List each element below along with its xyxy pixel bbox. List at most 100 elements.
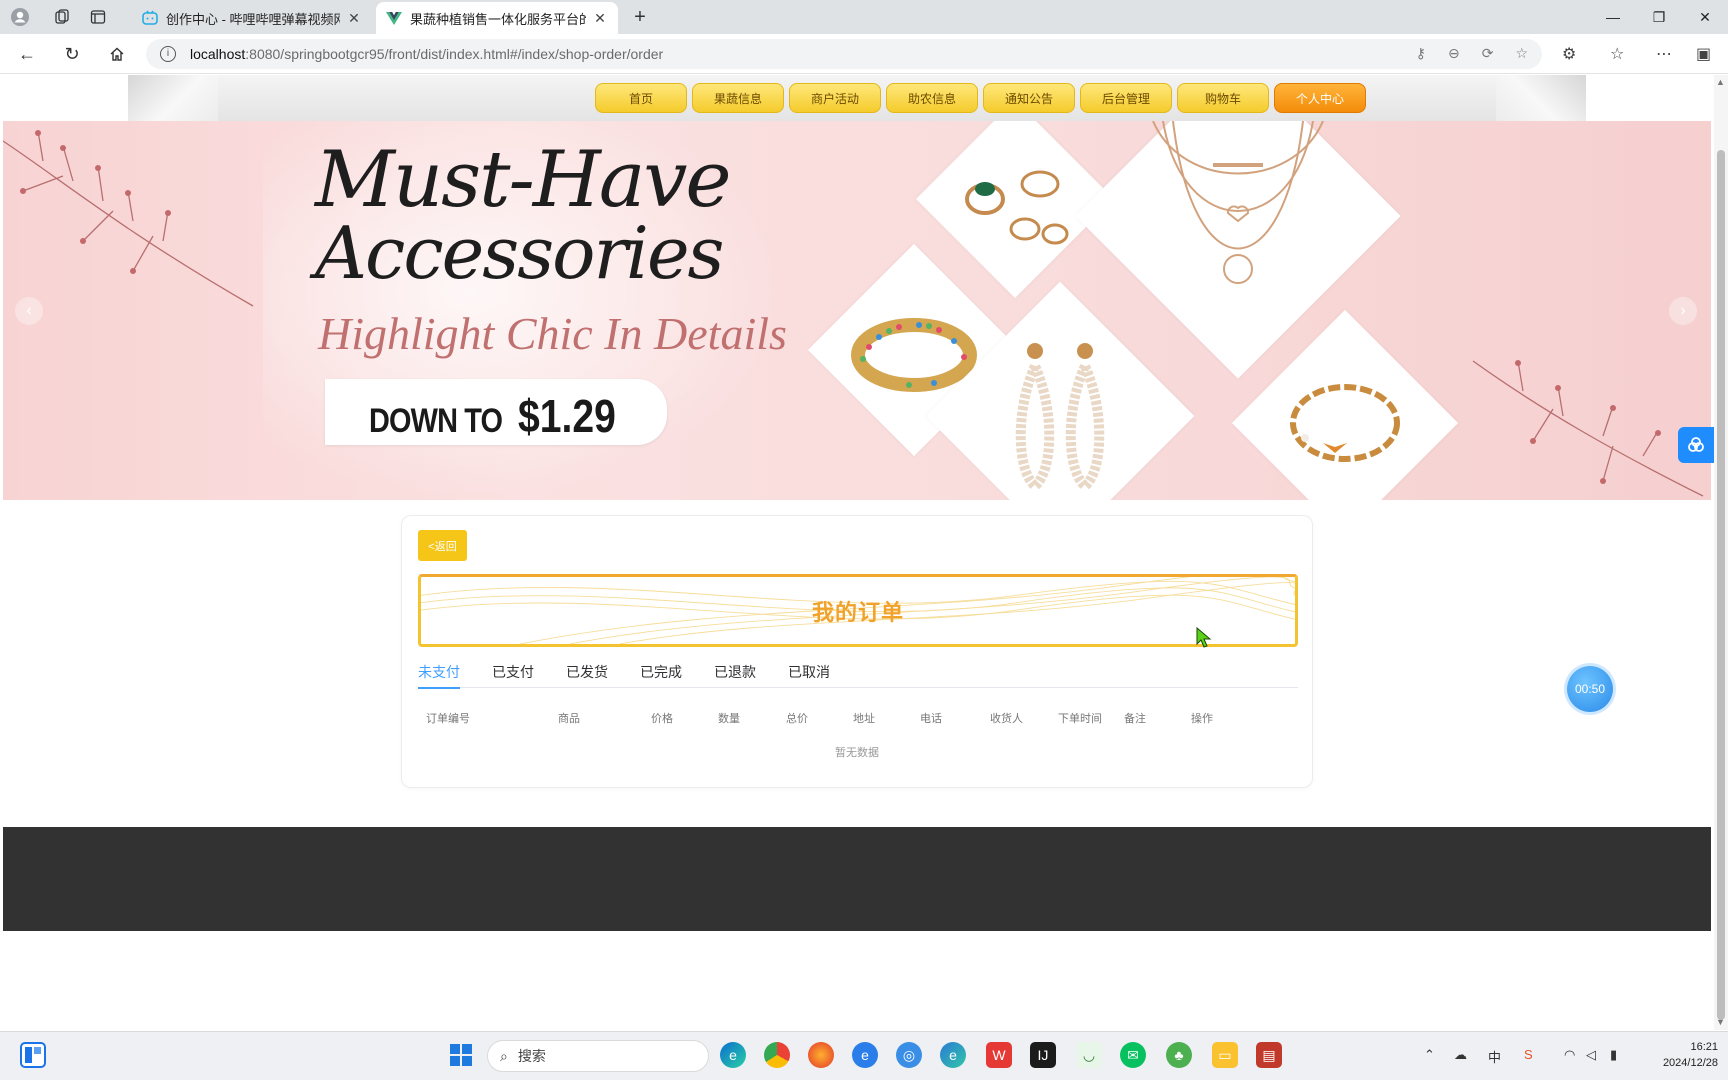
favorite-star-icon[interactable]: ☆ [1515, 45, 1528, 62]
column-header: 数量 [718, 713, 740, 725]
price-prefix: DOWN TO [369, 402, 503, 440]
tab-shipped[interactable]: 已发货 [566, 662, 608, 688]
tab-paid[interactable]: 已支付 [492, 662, 534, 688]
carousel-prev-arrow-icon[interactable]: ‹ [15, 297, 43, 325]
menu-cart[interactable]: 购物车 [1177, 83, 1269, 113]
edge-browser-icon[interactable]: e [720, 1042, 746, 1068]
tab-refunded[interactable]: 已退款 [714, 662, 756, 688]
menu-home[interactable]: 首页 [595, 83, 687, 113]
order-status-tabs: 未支付 已支付 已发货 已完成 已退款 已取消 [418, 662, 1298, 689]
green-app-icon[interactable]: ♣ [1166, 1042, 1192, 1068]
back-button[interactable]: <返回 [418, 530, 467, 561]
search-icon: ⌕ [500, 1047, 508, 1064]
column-header: 下单时间 [1058, 713, 1102, 725]
refresh-page-icon[interactable]: ⟳ [1482, 45, 1494, 62]
url-path: :8080/springbootgcr95/front/dist/index.h… [245, 46, 664, 62]
firefox-icon[interactable] [808, 1042, 834, 1068]
back-arrow-icon[interactable]: ← [14, 42, 40, 66]
restore-icon[interactable]: ❐ [1636, 0, 1682, 34]
volume-icon[interactable]: ◁ [1586, 1047, 1596, 1063]
tab-completed[interactable]: 已完成 [640, 662, 682, 688]
carousel-next-arrow-icon[interactable]: › [1669, 297, 1697, 325]
battery-icon[interactable]: ▮ [1610, 1047, 1617, 1063]
archive-app-icon[interactable]: ▤ [1256, 1042, 1282, 1068]
close-tab-icon[interactable]: ✕ [592, 10, 608, 27]
menu-farm-aid[interactable]: 助农信息 [886, 83, 978, 113]
bilibili-icon [142, 10, 158, 26]
column-header: 总价 [786, 713, 808, 725]
tab-bilibili[interactable]: 创作中心 - 哔哩哔哩弹幕视频网 ✕ [132, 2, 372, 34]
site-info-icon[interactable]: i [160, 46, 176, 62]
edge-dev-icon[interactable]: e [940, 1042, 966, 1068]
chrome-icon[interactable] [764, 1042, 790, 1068]
zoom-icon[interactable]: ⊖ [1448, 45, 1460, 62]
banner-headline-2: Accessories [315, 211, 725, 295]
banner-carousel[interactable]: Must-Have Accessories Highlight Chic In … [3, 121, 1711, 500]
menu-profile[interactable]: 个人中心 [1274, 83, 1366, 113]
banner-subtitle: Highlight Chic In Details [318, 308, 787, 359]
intellij-icon[interactable]: IJ [1030, 1042, 1056, 1068]
taskbar-clock[interactable]: 16:21 2024/12/28 [1640, 1039, 1718, 1071]
mouse-cursor-icon [1196, 627, 1212, 648]
start-windows-icon[interactable] [448, 1042, 474, 1068]
menu-notices[interactable]: 通知公告 [983, 83, 1075, 113]
profile-icon[interactable] [8, 5, 32, 29]
tab-cancelled[interactable]: 已取消 [788, 662, 830, 688]
wps-icon[interactable]: W [986, 1042, 1012, 1068]
reload-icon[interactable]: ↻ [59, 42, 85, 66]
browser-app-icon[interactable]: ◎ [896, 1042, 922, 1068]
tab-unpaid[interactable]: 未支付 [418, 662, 460, 689]
menu-produce-info[interactable]: 果蔬信息 [692, 83, 784, 113]
column-header: 订单编号 [426, 713, 470, 725]
scrollbar-thumb[interactable] [1717, 150, 1725, 1020]
column-header: 收货人 [990, 713, 1023, 725]
new-tab-icon[interactable]: + [628, 5, 652, 29]
onedrive-icon[interactable]: ☁ [1454, 1047, 1467, 1063]
tab-shop[interactable]: 果蔬种植销售一体化服务平台的设计 ✕ [376, 2, 618, 34]
wifi-icon[interactable]: ◠ [1564, 1047, 1575, 1063]
column-header: 价格 [651, 713, 673, 725]
cloud-share-icon [1688, 437, 1704, 452]
url-field[interactable]: i localhost:8080/springbootgcr95/front/d… [146, 39, 1542, 69]
file-explorer-icon[interactable]: ▭ [1212, 1042, 1238, 1068]
ime-indicator[interactable]: 中 [1488, 1047, 1501, 1066]
floating-timer[interactable]: 00:50 [1567, 666, 1613, 712]
page-scrollbar[interactable]: ▲ ▼ [1714, 75, 1728, 1030]
address-bar-row: ← ↻ i localhost:8080/springbootgcr95/fro… [0, 34, 1728, 74]
clock-date: 2024/12/28 [1662, 1057, 1718, 1069]
collections-icon[interactable] [50, 5, 74, 29]
page-viewport: 首页 果蔬信息 商户活动 助农信息 通知公告 后台管理 购物车 个人中心 Mus… [0, 75, 1728, 1030]
widgets-icon[interactable] [20, 1042, 46, 1068]
extensions-icon[interactable]: ⚙ [1562, 44, 1576, 64]
top-menu-bar: 首页 果蔬信息 商户活动 助农信息 通知公告 后台管理 购物车 个人中心 [128, 75, 1586, 121]
close-window-icon[interactable]: ✕ [1682, 0, 1728, 34]
orders-card: <返回 我的订单 未支付 已支付 已发货 已完成 已退款 已取消 订单编号 商品… [401, 515, 1313, 788]
scroll-up-icon[interactable]: ▲ [1716, 77, 1725, 87]
more-menu-icon[interactable]: ⋯ [1656, 44, 1672, 64]
page-footer [3, 827, 1711, 931]
menu-admin[interactable]: 后台管理 [1080, 83, 1172, 113]
empty-table-text: 暂无数据 [835, 747, 879, 759]
key-icon[interactable]: ⚷ [1416, 45, 1426, 62]
column-header: 操作 [1191, 713, 1213, 725]
sogou-icon[interactable]: S [1524, 1047, 1533, 1062]
wechat-icon[interactable]: ✉ [1120, 1042, 1146, 1068]
chat-app-icon[interactable]: ◡ [1076, 1042, 1102, 1068]
ie-icon[interactable]: e [852, 1042, 878, 1068]
banner-headline-1: Must-Have [315, 135, 732, 225]
scroll-down-icon[interactable]: ▼ [1716, 1017, 1725, 1027]
side-float-button[interactable] [1678, 427, 1714, 463]
close-tab-icon[interactable]: ✕ [346, 10, 362, 27]
vertical-tabs-icon[interactable] [86, 5, 110, 29]
favorites-icon[interactable]: ☆ [1610, 44, 1624, 64]
branch-decoration-right [1472, 360, 1704, 497]
sidebar-toggle-icon[interactable]: ▣ [1696, 44, 1711, 64]
tab-title: 果蔬种植销售一体化服务平台的设计 [410, 11, 586, 27]
home-icon[interactable] [104, 42, 130, 66]
tray-expand-icon[interactable]: ⌃ [1424, 1047, 1435, 1063]
orders-title: 我的订单 [811, 599, 904, 625]
taskbar-search[interactable]: ⌕ 搜索 [487, 1040, 709, 1072]
menu-merchant-events[interactable]: 商户活动 [789, 83, 881, 113]
minimize-icon[interactable]: — [1590, 0, 1636, 34]
main-menu: 首页 果蔬信息 商户活动 助农信息 通知公告 后台管理 购物车 个人中心 [595, 83, 1366, 113]
